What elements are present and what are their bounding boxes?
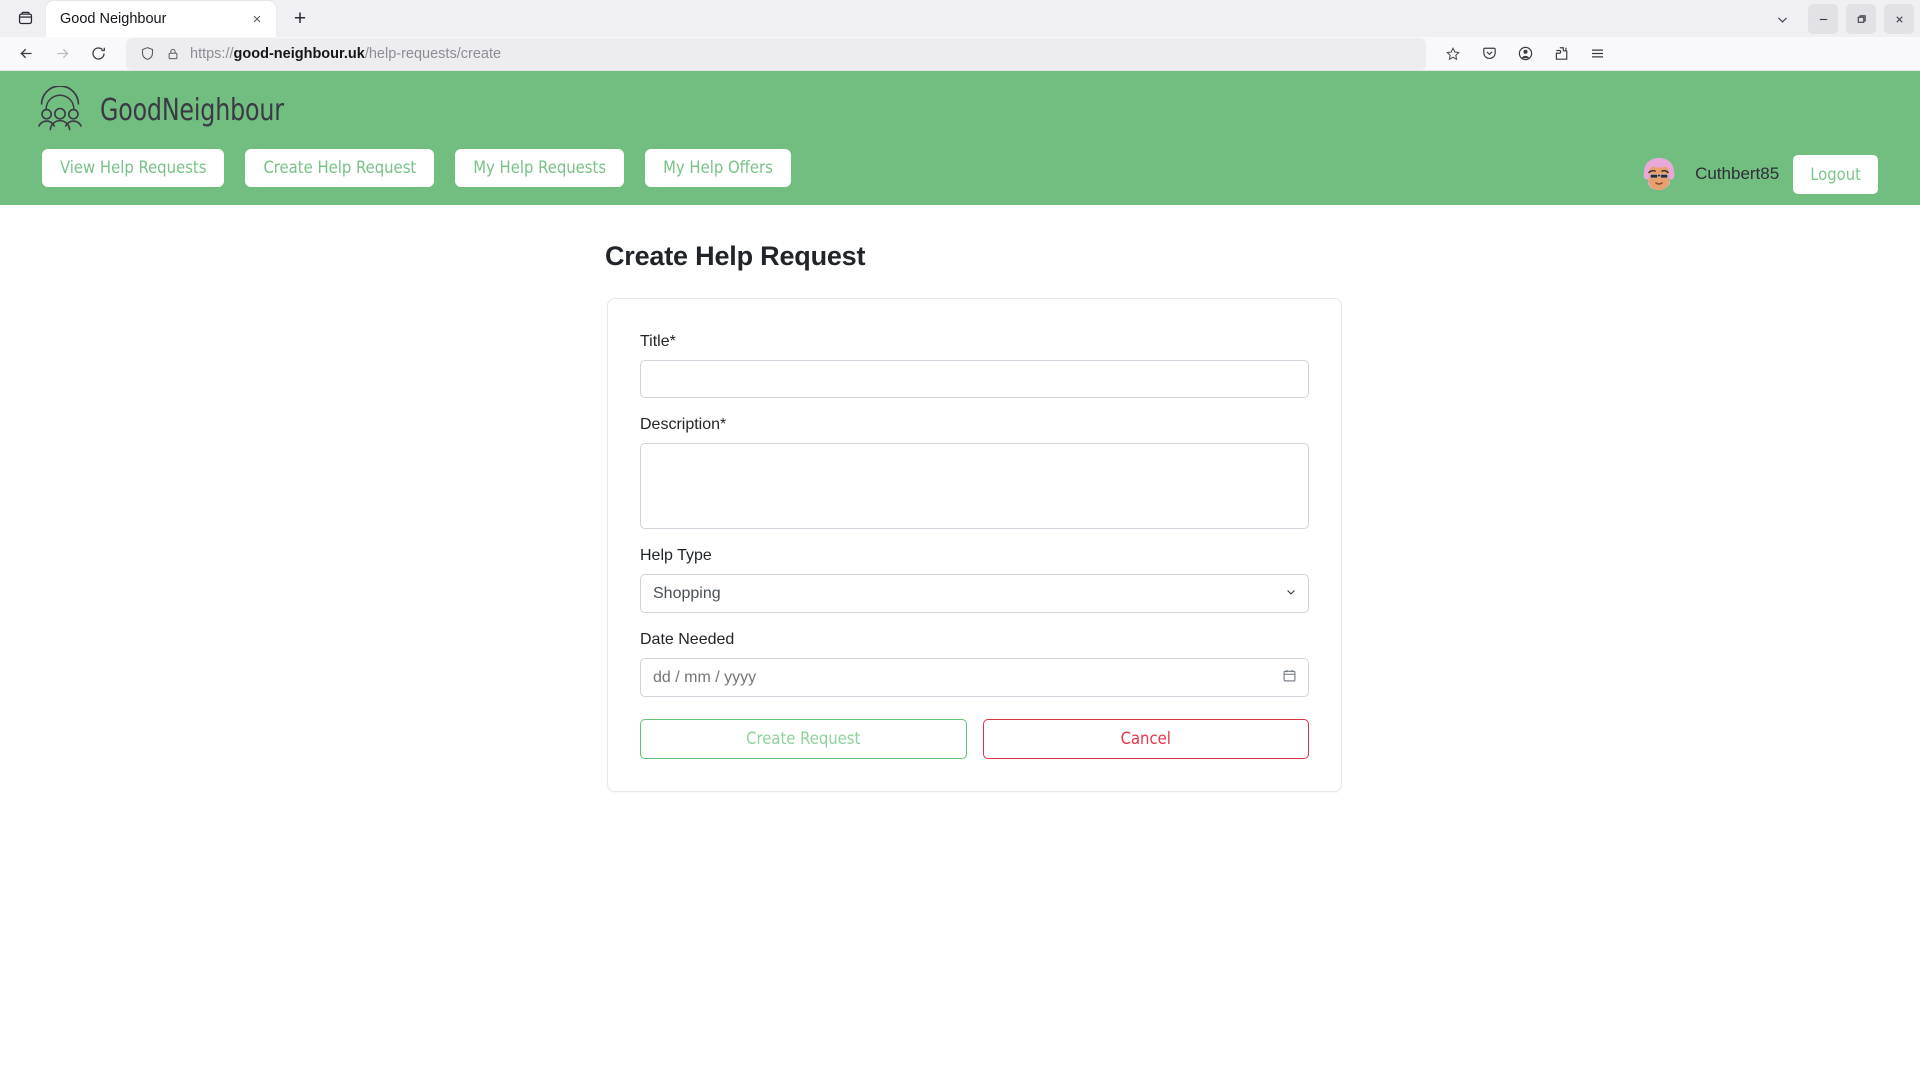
url-path: /help-requests/create xyxy=(364,45,502,62)
maximize-window-button[interactable] xyxy=(1846,4,1876,34)
shield-icon xyxy=(134,46,160,61)
new-tab-button[interactable]: + xyxy=(284,3,316,35)
minimize-window-button[interactable] xyxy=(1808,4,1838,34)
tab-title: Good Neighbour xyxy=(60,11,167,27)
help-type-label: Help Type xyxy=(640,547,712,565)
forward-button-icon[interactable] xyxy=(46,38,78,70)
lock-icon xyxy=(160,47,186,61)
menu-hamburger-icon[interactable] xyxy=(1580,38,1614,70)
create-request-button[interactable]: Create Request xyxy=(640,719,967,760)
browser-window: Good Neighbour × + https://good-neighbou… xyxy=(0,0,1920,1080)
username-label: Cuthbert85 xyxy=(1695,164,1780,184)
people-group-logo-icon xyxy=(34,85,86,134)
main-navigation: View Help Requests Create Help Request M… xyxy=(0,149,1920,188)
window-controls xyxy=(1764,4,1914,34)
logo-lockup[interactable]: GoodNeighbour xyxy=(0,83,1920,137)
address-bar[interactable]: https://good-neighbour.uk/help-requests/… xyxy=(126,37,1426,70)
page-title: Create Help Request xyxy=(605,241,866,272)
user-area: Cuthbert85 Logout xyxy=(1637,152,1878,197)
description-label: Description* xyxy=(640,416,727,434)
tab-strip: Good Neighbour × + xyxy=(0,0,1920,37)
field-title: Title* xyxy=(640,333,1309,399)
close-window-button[interactable] xyxy=(1884,4,1914,34)
logout-button[interactable]: Logout xyxy=(1793,154,1878,194)
close-tab-icon[interactable]: × xyxy=(246,8,268,30)
browser-toolbar: https://good-neighbour.uk/help-requests/… xyxy=(0,37,1920,72)
date-needed-label: Date Needed xyxy=(640,631,735,649)
form-actions: Create Request Cancel xyxy=(640,719,1309,760)
title-label: Title* xyxy=(640,333,676,351)
save-to-pocket-icon[interactable] xyxy=(1472,38,1506,70)
account-icon[interactable] xyxy=(1508,38,1542,70)
bookmark-star-icon[interactable] xyxy=(1438,46,1468,62)
reload-button-icon[interactable] xyxy=(82,38,114,70)
field-date-needed: Date Needed xyxy=(640,631,1309,698)
nav-create-help-request[interactable]: Create Help Request xyxy=(245,149,435,188)
create-help-request-form: Title* Description* Help Type Shopping D… xyxy=(607,298,1342,793)
field-help-type: Help Type Shopping xyxy=(640,547,1309,614)
cancel-button[interactable]: Cancel xyxy=(982,719,1309,760)
url-domain: good-neighbour.uk xyxy=(233,45,365,62)
chevron-down-icon[interactable] xyxy=(1764,4,1800,34)
list-all-tabs-icon[interactable] xyxy=(8,0,42,34)
url-protocol: https:// xyxy=(190,45,234,62)
brand-name: GoodNeighbour xyxy=(100,92,284,128)
toolbar-right-icons xyxy=(1472,38,1614,70)
title-input[interactable] xyxy=(640,360,1309,399)
help-type-select[interactable]: Shopping xyxy=(640,574,1309,614)
avatar[interactable] xyxy=(1637,152,1682,197)
browser-tab[interactable]: Good Neighbour × xyxy=(46,1,276,37)
nav-my-help-requests[interactable]: My Help Requests xyxy=(455,149,625,188)
page-content: Create Help Request Title* Description* … xyxy=(0,205,1920,1080)
nav-view-help-requests[interactable]: View Help Requests xyxy=(42,149,225,188)
calendar-icon[interactable] xyxy=(1282,668,1297,688)
description-textarea[interactable] xyxy=(640,443,1309,530)
nav-my-help-offers[interactable]: My Help Offers xyxy=(645,149,791,188)
back-button-icon[interactable] xyxy=(10,38,42,70)
extensions-icon[interactable] xyxy=(1544,38,1578,70)
url-text: https://good-neighbour.uk/help-requests/… xyxy=(190,46,501,62)
field-description: Description* xyxy=(640,416,1309,530)
site-header: GoodNeighbour View Help Requests Create … xyxy=(0,71,1920,206)
date-needed-input[interactable] xyxy=(640,658,1309,698)
